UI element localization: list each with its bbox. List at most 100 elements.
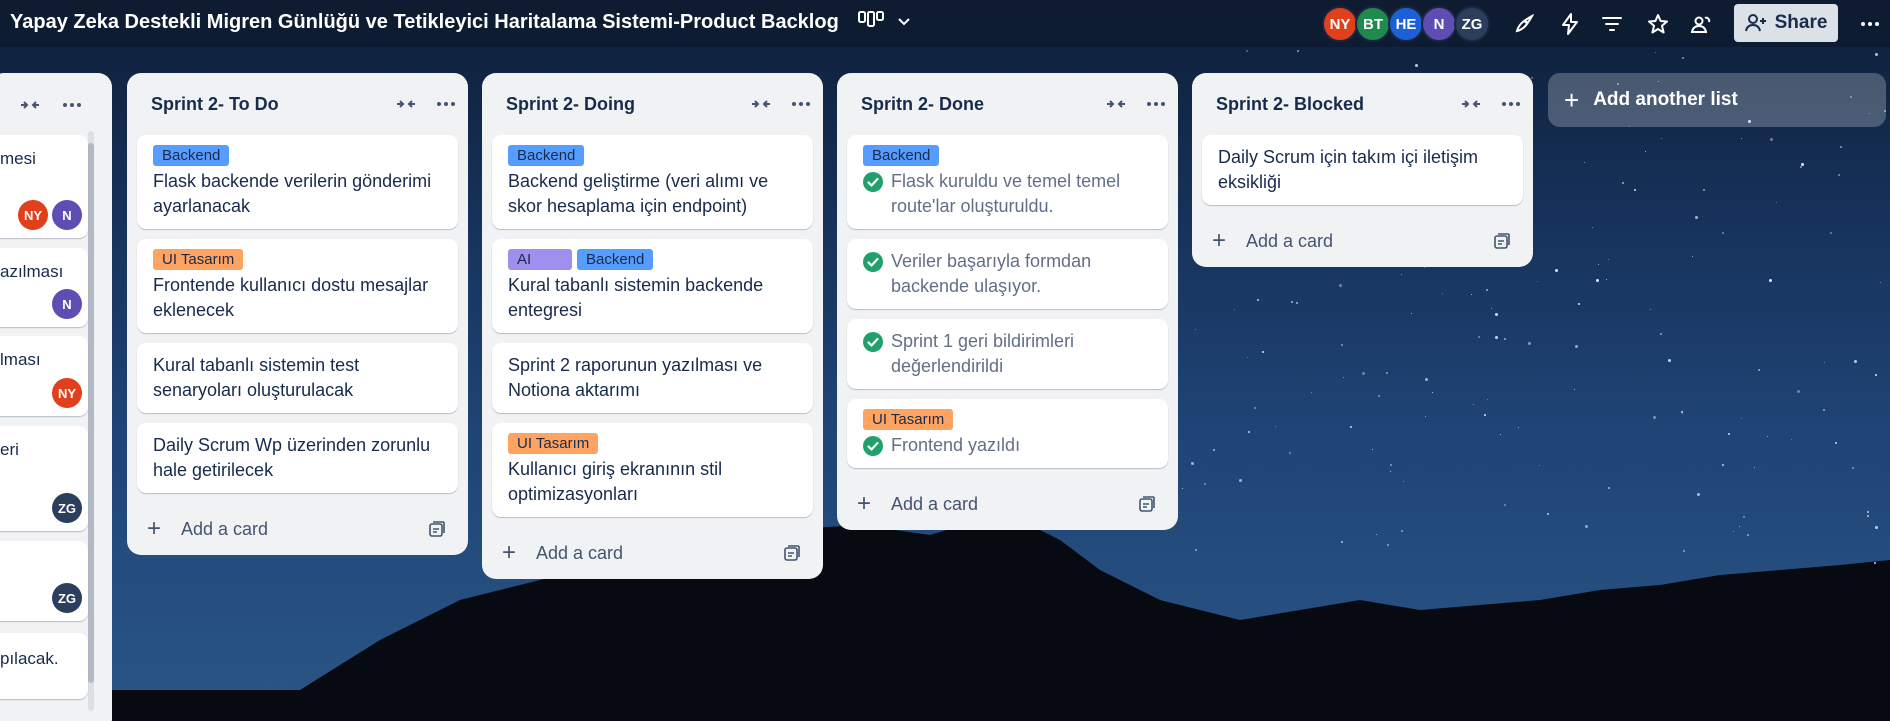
add-another-list-button[interactable]: + Add another list (1548, 73, 1886, 127)
card[interactable]: Backend Backend geliştirme (veri alımı ve… (492, 135, 813, 229)
card-partial[interactable]: pılacak. (0, 633, 88, 699)
add-card-button[interactable]: + Add a card (137, 503, 458, 555)
view-switcher[interactable] (858, 10, 912, 32)
card-label[interactable]: AI (508, 249, 572, 270)
card[interactable]: UI Tasarım Kullanıcı giriş ekranının stil… (492, 423, 813, 517)
member-avatar[interactable]: HE (1388, 6, 1424, 42)
star-decoration (1247, 431, 1250, 434)
list-title[interactable]: Sprint 2- Blocked (1216, 94, 1443, 115)
member-avatar[interactable]: NY (1322, 6, 1358, 42)
star-decoration (1790, 438, 1792, 440)
collapse-list-icon[interactable] (749, 92, 773, 116)
card[interactable]: UI Tasarım Frontend yazıldı (847, 399, 1168, 468)
partial-list-left: mesi N NY azılması N lması NY eri ZG ZG pılacak. (0, 73, 112, 721)
list-title[interactable]: Spritn 2- Done (861, 94, 1088, 115)
filter-icon[interactable] (1600, 12, 1624, 36)
automation-lightning-icon[interactable] (1558, 12, 1582, 36)
card[interactable]: Daily Scrum için takım içi iletişim eksi… (1202, 135, 1523, 205)
card-complete-row: Flask kuruldu ve temel temel route'lar o… (863, 169, 1152, 219)
card-partial[interactable]: ZG (0, 541, 88, 621)
card[interactable]: Sprint 1 geri bildirimleri değerlendiril… (847, 319, 1168, 389)
card-partial[interactable]: mesi N NY (0, 135, 88, 238)
list-scrollbar[interactable] (87, 131, 95, 711)
member-avatar[interactable]: N (1421, 6, 1457, 42)
card[interactable]: Veriler başarıyla formdan backende ulaşı… (847, 239, 1168, 309)
list-title[interactable]: Sprint 2- To Do (151, 94, 378, 115)
plus-icon: + (502, 539, 517, 566)
collapse-list-icon[interactable] (394, 92, 418, 116)
card-label[interactable]: Backend (153, 145, 230, 166)
visibility-workspace-icon[interactable] (1690, 12, 1714, 36)
member-avatar[interactable]: BT (1355, 6, 1391, 42)
member-avatars[interactable]: NY BT HE N ZG (1322, 6, 1490, 42)
collapse-list-icon[interactable] (18, 93, 42, 117)
card-title: Kural tabanlı sistemin test senaryoları … (153, 355, 360, 400)
card-title-fragment: lması (0, 350, 41, 369)
card-label[interactable]: UI Tasarım (153, 249, 244, 270)
star-decoration (1655, 51, 1657, 53)
list-menu-icon[interactable] (60, 93, 84, 117)
member-avatar[interactable]: ZG (1454, 6, 1490, 42)
add-card-button[interactable]: + Add a card (847, 478, 1168, 530)
card-partial[interactable]: eri ZG (0, 426, 88, 531)
card-label[interactable]: UI Tasarım (508, 433, 599, 454)
star-decoration (1190, 461, 1194, 465)
card-member-avatar[interactable]: ZG (52, 583, 82, 613)
card-partial[interactable]: azılması N (0, 248, 88, 327)
star-decoration (1400, 273, 1402, 275)
create-from-template-icon[interactable] (428, 520, 446, 538)
card-label[interactable]: Backend (508, 145, 585, 166)
card-member-avatar[interactable]: N (52, 200, 82, 230)
create-from-template-icon[interactable] (783, 544, 801, 562)
list-header[interactable]: Sprint 2- Blocked (1202, 73, 1523, 135)
list-header[interactable]: Sprint 2- Doing (492, 73, 813, 135)
share-button[interactable]: Share (1734, 4, 1838, 42)
card[interactable]: Sprint 2 raporunun yazılması ve Notiona … (492, 343, 813, 413)
add-card-button[interactable]: + Add a card (492, 527, 813, 579)
plus-icon: + (857, 490, 872, 517)
star-decoration (1584, 525, 1588, 529)
card-label[interactable]: Backend (863, 145, 940, 166)
star-decoration (1682, 412, 1684, 414)
create-from-template-icon[interactable] (1138, 495, 1156, 513)
card-member-avatar[interactable]: N (52, 289, 82, 319)
add-card-button[interactable]: + Add a card (1202, 215, 1523, 267)
more-options-icon[interactable] (1858, 12, 1882, 36)
list-header[interactable]: Spritn 2- Done (847, 73, 1168, 135)
star-decoration (1385, 372, 1388, 375)
card-member-avatar[interactable]: ZG (52, 493, 82, 523)
power-ups-rocket-icon[interactable] (1512, 12, 1536, 36)
card-label[interactable]: Backend (577, 249, 654, 270)
list-menu-icon[interactable] (789, 92, 813, 116)
star-decoration (1213, 448, 1216, 451)
card[interactable]: Daily Scrum Wp üzerinden zorunlu hale ge… (137, 423, 458, 493)
collapse-list-icon[interactable] (1459, 92, 1483, 116)
card[interactable]: Kural tabanlı sistemin test senaryoları … (137, 343, 458, 413)
card[interactable]: AI Backend Kural tabanlı sistemin backende… (492, 239, 813, 333)
board-title[interactable]: Yapay Zeka Destekli Migren Günlüğü ve Te… (10, 11, 839, 34)
card[interactable]: Backend Flask kuruldu ve temel temel rou… (847, 135, 1168, 229)
star-icon[interactable] (1646, 12, 1670, 36)
card-title-fragment: eri (0, 440, 19, 459)
check-complete-icon[interactable] (863, 332, 883, 352)
card-title: Backend geliştirme (veri alımı ve skor h… (508, 171, 769, 216)
card-title: Flask backende verilerin gönderimi ayarl… (153, 171, 432, 216)
list-header[interactable]: Sprint 2- To Do (137, 73, 458, 135)
card-member-avatar[interactable]: NY (52, 378, 82, 408)
list-title[interactable]: Sprint 2- Doing (506, 94, 733, 115)
create-from-template-icon[interactable] (1493, 232, 1511, 250)
card-label[interactable]: UI Tasarım (863, 409, 954, 430)
star-decoration (1753, 467, 1755, 469)
check-complete-icon[interactable] (863, 252, 883, 272)
card-partial[interactable]: lması NY (0, 336, 88, 416)
check-complete-icon[interactable] (863, 436, 883, 456)
list-menu-icon[interactable] (1499, 92, 1523, 116)
list-menu-icon[interactable] (1144, 92, 1168, 116)
check-complete-icon[interactable] (863, 172, 883, 192)
card[interactable]: UI Tasarım Frontende kullanıcı dostu mesa… (137, 239, 458, 333)
star-decoration (1660, 137, 1662, 139)
card-member-avatar[interactable]: NY (18, 200, 48, 230)
card[interactable]: Backend Flask backende verilerin gönderim… (137, 135, 458, 229)
list-menu-icon[interactable] (434, 92, 458, 116)
collapse-list-icon[interactable] (1104, 92, 1128, 116)
